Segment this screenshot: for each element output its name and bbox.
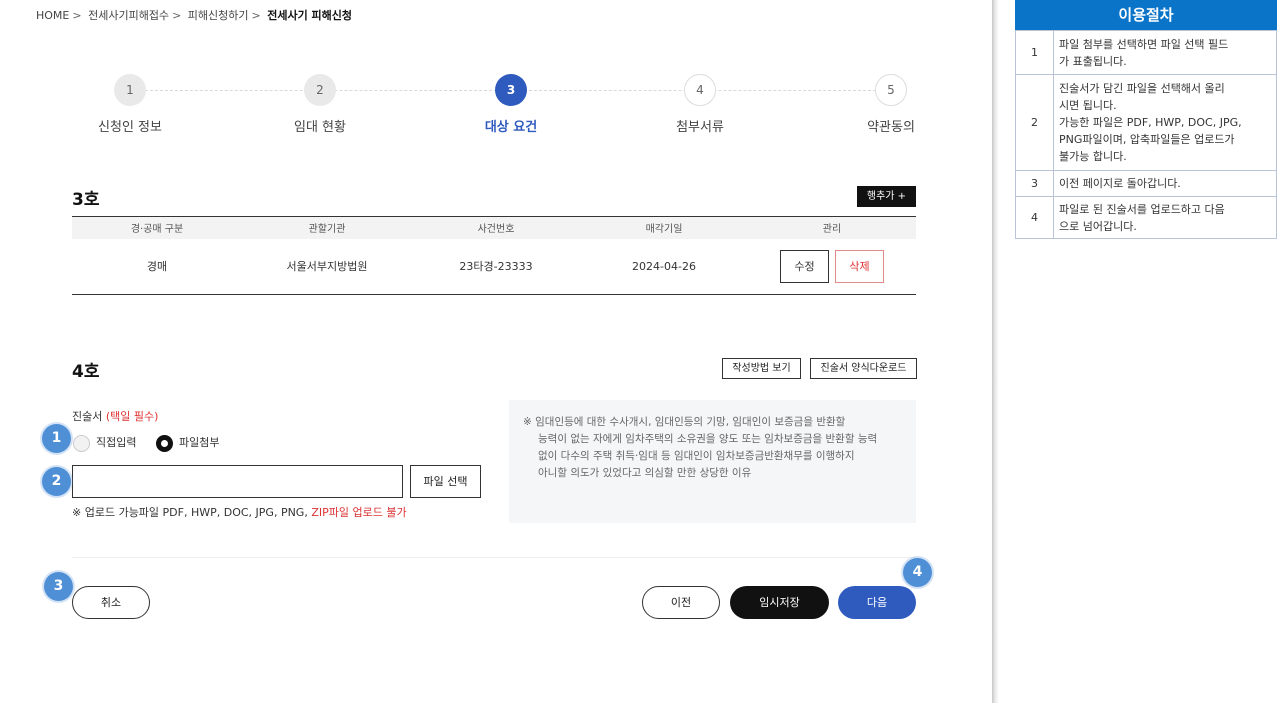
procedure-num: 1 [1015, 30, 1054, 75]
procedure-2-line-2: 시면 됩니다. [1059, 99, 1117, 112]
callout-marker-1: 1 [42, 424, 71, 453]
statement-info-box: ※ 임대인등에 대한 수사개시, 임대인등의 기망, 임대인이 보증금을 반환할… [509, 400, 916, 523]
info-line-2: 능력이 없는 자에게 임차주택의 소유권을 양도 또는 임차보증금을 반환할 능… [538, 433, 878, 445]
step-2-number: 2 [304, 74, 336, 106]
procedure-text: 진술서가 담긴 파일을 선택해서 올리 시면 됩니다. 가능한 파일은 PDF,… [1053, 74, 1277, 171]
table-header-row: 경·공매 구분 관할기관 사건번호 매각기일 관리 [72, 216, 916, 239]
section-4-title: 4호 [72, 362, 100, 382]
statement-label-text: 진술서 [72, 410, 103, 423]
col-case-number: 사건번호 [412, 216, 580, 239]
step-2-label: 임대 현황 [294, 120, 346, 135]
procedure-2-line-3: 가능한 파일은 PDF, HWP, DOC, JPG, [1059, 116, 1242, 129]
radio-option-file[interactable]: 파일첨부 [155, 434, 220, 452]
step-3-number: 3 [495, 74, 527, 106]
info-line-3: 없이 다수의 주택 취득·임대 등 임대인이 임차보증금반환채무를 이행하지 [538, 450, 855, 462]
step-4-label: 첨부서류 [676, 120, 724, 135]
col-sale-date: 매각기일 [580, 216, 748, 239]
procedure-title: 이용절차 [1015, 0, 1277, 30]
section-3-title: 3호 [72, 190, 100, 210]
breadcrumb-home[interactable]: HOME [36, 9, 69, 22]
procedure-table: 1 파일 첨부를 선택하면 파일 선택 필드 가 표출됩니다. 2 진술서가 담… [1015, 30, 1277, 239]
edit-button[interactable]: 수정 [780, 249, 829, 283]
step-5-number: 5 [875, 74, 907, 106]
procedure-row: 3 이전 페이지로 돌아갑니다. [1015, 170, 1277, 197]
cell-case-number: 23타경-23333 [459, 260, 533, 274]
required-note: (택일 필수) [105, 410, 159, 423]
upload-note-warning: ZIP파일 업로드 불가 [311, 506, 407, 519]
cancel-button[interactable]: 취소 [72, 586, 150, 619]
radio-file-attach[interactable] [155, 434, 173, 452]
cell-court: 서울서부지방법원 [286, 260, 368, 274]
procedure-num: 2 [1015, 74, 1054, 171]
step-5: 5 약관동의 [831, 74, 951, 135]
procedure-4-line-1: 파일로 된 진술서를 업로드하고 다음 [1059, 202, 1225, 216]
table-row: 경매 서울서부지방법원 23타경-23333 2024-04-26 수정 삭제 [72, 239, 916, 295]
breadcrumb-level-1[interactable]: 전세사기피해접수 [88, 9, 169, 22]
procedure-4-line-2: 으로 넘어갑니다. [1059, 219, 1137, 233]
procedure-3-line-1: 이전 페이지로 돌아갑니다. [1059, 177, 1181, 190]
radio-direct-label: 직접입력 [96, 436, 137, 449]
procedure-text: 이전 페이지로 돌아갑니다. [1053, 170, 1277, 197]
info-line-4: 아니할 의도가 있었다고 의심할 만한 상당한 이유 [538, 467, 752, 479]
temp-save-button[interactable]: 임시저장 [730, 586, 829, 619]
col-auction-type: 경·공매 구분 [72, 216, 242, 239]
procedure-row: 2 진술서가 담긴 파일을 선택해서 올리 시면 됩니다. 가능한 파일은 PD… [1015, 74, 1277, 171]
step-3-label: 대상 요건 [484, 120, 538, 135]
step-4-number: 4 [684, 74, 716, 106]
procedure-text: 파일 첨부를 선택하면 파일 선택 필드 가 표출됩니다. [1053, 30, 1277, 75]
procedure-2-line-1: 진술서가 담긴 파일을 선택해서 올리 [1059, 82, 1225, 95]
delete-button[interactable]: 삭제 [835, 249, 884, 283]
step-4: 4 첨부서류 [640, 74, 760, 135]
upload-note-text: ※ 업로드 가능파일 PDF, HWP, DOC, JPG, PNG, [72, 506, 308, 519]
step-2: 2 임대 현황 [260, 74, 380, 135]
step-5-label: 약관동의 [867, 120, 915, 135]
action-divider [72, 557, 916, 558]
callout-marker-3: 3 [44, 572, 73, 601]
callout-marker-2: 2 [42, 467, 71, 496]
step-1: 1 신청인 정보 [70, 74, 190, 135]
procedure-row: 4 파일로 된 진술서를 업로드하고 다음 으로 넘어갑니다. [1015, 196, 1277, 239]
next-button[interactable]: 다음 [838, 586, 916, 619]
step-1-label: 신청인 정보 [98, 120, 162, 135]
statement-radio-group: 직접입력 파일첨부 [73, 434, 235, 452]
info-line-1: ※ 임대인등에 대한 수사개시, 임대인등의 기망, 임대인이 보증금을 반환할 [523, 416, 846, 428]
procedure-1-line-2: 가 표출됩니다. [1059, 54, 1127, 68]
file-select-button[interactable]: 파일 선택 [410, 465, 481, 498]
col-manage: 관리 [748, 216, 916, 239]
main-panel: HOME > 전세사기피해접수 > 피해신청하기 > 전세사기 피해신청 1 신청인 … [0, 0, 992, 703]
breadcrumb-level-2[interactable]: 피해신청하기 [188, 9, 249, 22]
writing-guide-button[interactable]: 작성방법 보기 [722, 358, 801, 379]
procedure-1-line-1: 파일 첨부를 선택하면 파일 선택 필드 [1059, 37, 1229, 51]
breadcrumb: HOME > 전세사기피해접수 > 피해신청하기 > 전세사기 피해신청 [36, 9, 353, 22]
radio-option-direct[interactable]: 직접입력 [73, 434, 136, 452]
statement-field-label: 진술서 (택일 필수) [72, 408, 158, 424]
procedure-row: 1 파일 첨부를 선택하면 파일 선택 필드 가 표출됩니다. [1015, 30, 1277, 75]
procedure-num: 3 [1015, 170, 1054, 197]
auction-table: 경·공매 구분 관할기관 사건번호 매각기일 관리 경매 서울서부지방법원 23… [72, 216, 916, 295]
add-row-button[interactable]: 행추가 + [857, 186, 916, 207]
step-3: 3 대상 요건 [451, 74, 571, 135]
step-1-number: 1 [114, 74, 146, 106]
radio-direct-input[interactable] [73, 434, 90, 452]
procedure-2-line-5: 불가능 합니다. [1059, 150, 1127, 163]
callout-marker-4: 4 [903, 558, 932, 587]
prev-button[interactable]: 이전 [642, 586, 720, 619]
upload-note: ※ 업로드 가능파일 PDF, HWP, DOC, JPG, PNG, ZIP파… [72, 504, 407, 520]
radio-file-label: 파일첨부 [178, 436, 220, 449]
file-path-input[interactable] [72, 465, 403, 498]
procedure-2-line-4: PNG파일이며, 압축파일들은 업로드가 [1059, 133, 1235, 146]
statement-form-download-button[interactable]: 진술서 양식다운로드 [810, 358, 917, 379]
procedure-text: 파일로 된 진술서를 업로드하고 다음 으로 넘어갑니다. [1053, 196, 1277, 239]
cell-auction-type: 경매 [146, 260, 168, 274]
cell-manage: 수정 삭제 [748, 239, 916, 295]
cell-sale-date: 2024-04-26 [632, 259, 696, 273]
procedure-num: 4 [1015, 196, 1054, 239]
procedure-panel: 이용절차 1 파일 첨부를 선택하면 파일 선택 필드 가 표출됩니다. 2 진… [998, 0, 1280, 703]
breadcrumb-current: 전세사기 피해신청 [267, 9, 353, 22]
col-court: 관할기관 [242, 216, 412, 239]
